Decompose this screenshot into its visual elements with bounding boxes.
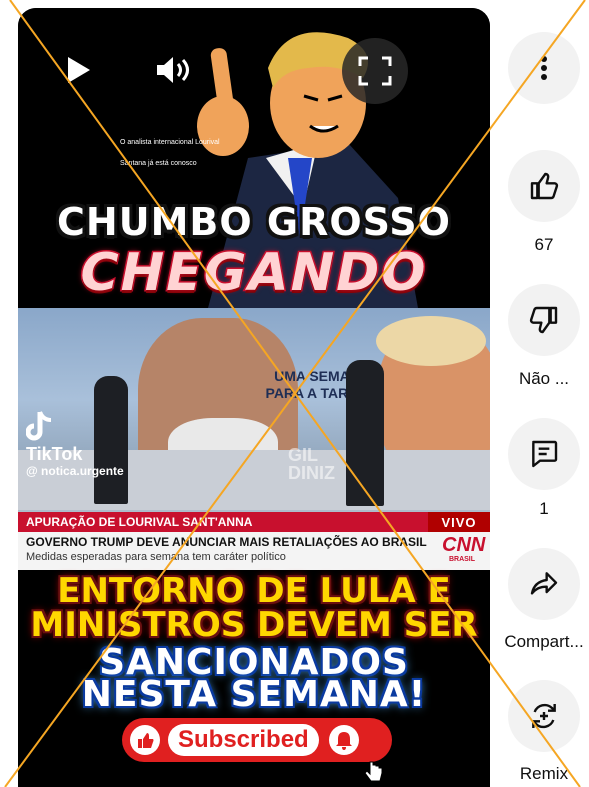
tiktok-logo — [25, 408, 66, 448]
headline-line1: CHUMBO GROSSO — [57, 200, 451, 244]
ticker-red-bar: APURAÇÃO DE LOURIVAL SANT'ANNA — [18, 512, 428, 532]
bell-icon — [335, 732, 352, 750]
shorts-video-player[interactable]: O analista internacional Lourival Santan… — [18, 8, 490, 787]
right-portrait-hair — [376, 316, 486, 366]
bottom-line4: NESTA SEMANA! — [81, 674, 427, 715]
remix-icon — [532, 703, 556, 729]
play-icon — [68, 57, 90, 83]
comment-count: 1 — [539, 499, 549, 518]
remix-button[interactable] — [508, 680, 580, 752]
tiktok-label: TikTok — [26, 444, 83, 464]
play-button[interactable] — [58, 50, 98, 90]
fullscreen-icon — [358, 56, 392, 86]
network-sub-text: BRASIL — [448, 556, 476, 563]
like-count: 67 — [534, 235, 554, 254]
hand-cursor-icon — [364, 761, 383, 782]
more-options-button[interactable] — [508, 32, 580, 104]
small-caption-line2: Santana já está conosco — [120, 160, 197, 167]
network-logo-text: CNN — [442, 534, 486, 556]
thumbs-up-icon — [138, 733, 154, 748]
live-badge: VIVO — [428, 512, 490, 532]
share-label: Compart... — [504, 632, 584, 651]
tiktok-handle: @ notica.urgente — [26, 464, 124, 478]
dislike-label: Não ... — [518, 369, 570, 388]
more-vert-icon — [541, 56, 547, 80]
bottom-line2: MINISTROS DEVEM SER — [30, 605, 478, 645]
dislike-button[interactable] — [508, 284, 580, 356]
comments-button[interactable] — [508, 418, 580, 490]
bell-badge — [328, 725, 359, 755]
action-rail: 67 Não ... 1 Compart... Remix — [500, 0, 589, 787]
thumbs-up-icon — [530, 172, 559, 200]
ticker-white-bar: GOVERNO TRUMP DEVE ANUNCIAR MAIS RETALIA… — [18, 532, 490, 570]
news-broadcast-frame: UMA SEMANA PARA A TARIFA GIL DINIZ TikTo… — [18, 308, 490, 570]
bottom-line1: ENTORNO DE LULA E — [57, 571, 451, 611]
subscribed-label: Subscribed — [168, 724, 319, 756]
small-caption-line1: O analista internacional Lourival — [120, 139, 220, 146]
tiktok-icon — [25, 411, 52, 441]
volume-button[interactable] — [150, 50, 196, 90]
share-button[interactable] — [508, 548, 580, 620]
presenter-right — [346, 360, 384, 506]
subscribed-graphic: Subscribed — [122, 718, 392, 762]
ticker-headline: GOVERNO TRUMP DEVE ANUNCIAR MAIS RETALIA… — [26, 535, 427, 549]
like-button[interactable] — [508, 150, 580, 222]
comment-icon — [532, 440, 558, 468]
presenter-left — [94, 376, 128, 504]
ticker-subline: Medidas esperadas para semana tem caráte… — [26, 551, 286, 563]
watermark: GIL DINIZ — [288, 445, 335, 483]
headline-line2: CHEGANDO — [79, 242, 428, 305]
volume-icon — [157, 57, 189, 83]
thumbs-up-badge — [130, 725, 160, 755]
video-top-artwork: O analista internacional Lourival Santan… — [18, 8, 490, 308]
fullscreen-button[interactable] — [342, 38, 408, 104]
share-icon — [530, 572, 558, 595]
thumbs-down-icon — [529, 306, 558, 334]
remix-label: Remix — [519, 764, 569, 783]
ticker-red-text: APURAÇÃO DE LOURIVAL SANT'ANNA — [26, 515, 253, 529]
studio-floor — [18, 450, 490, 510]
network-logo: CNN BRASIL — [442, 534, 486, 563]
